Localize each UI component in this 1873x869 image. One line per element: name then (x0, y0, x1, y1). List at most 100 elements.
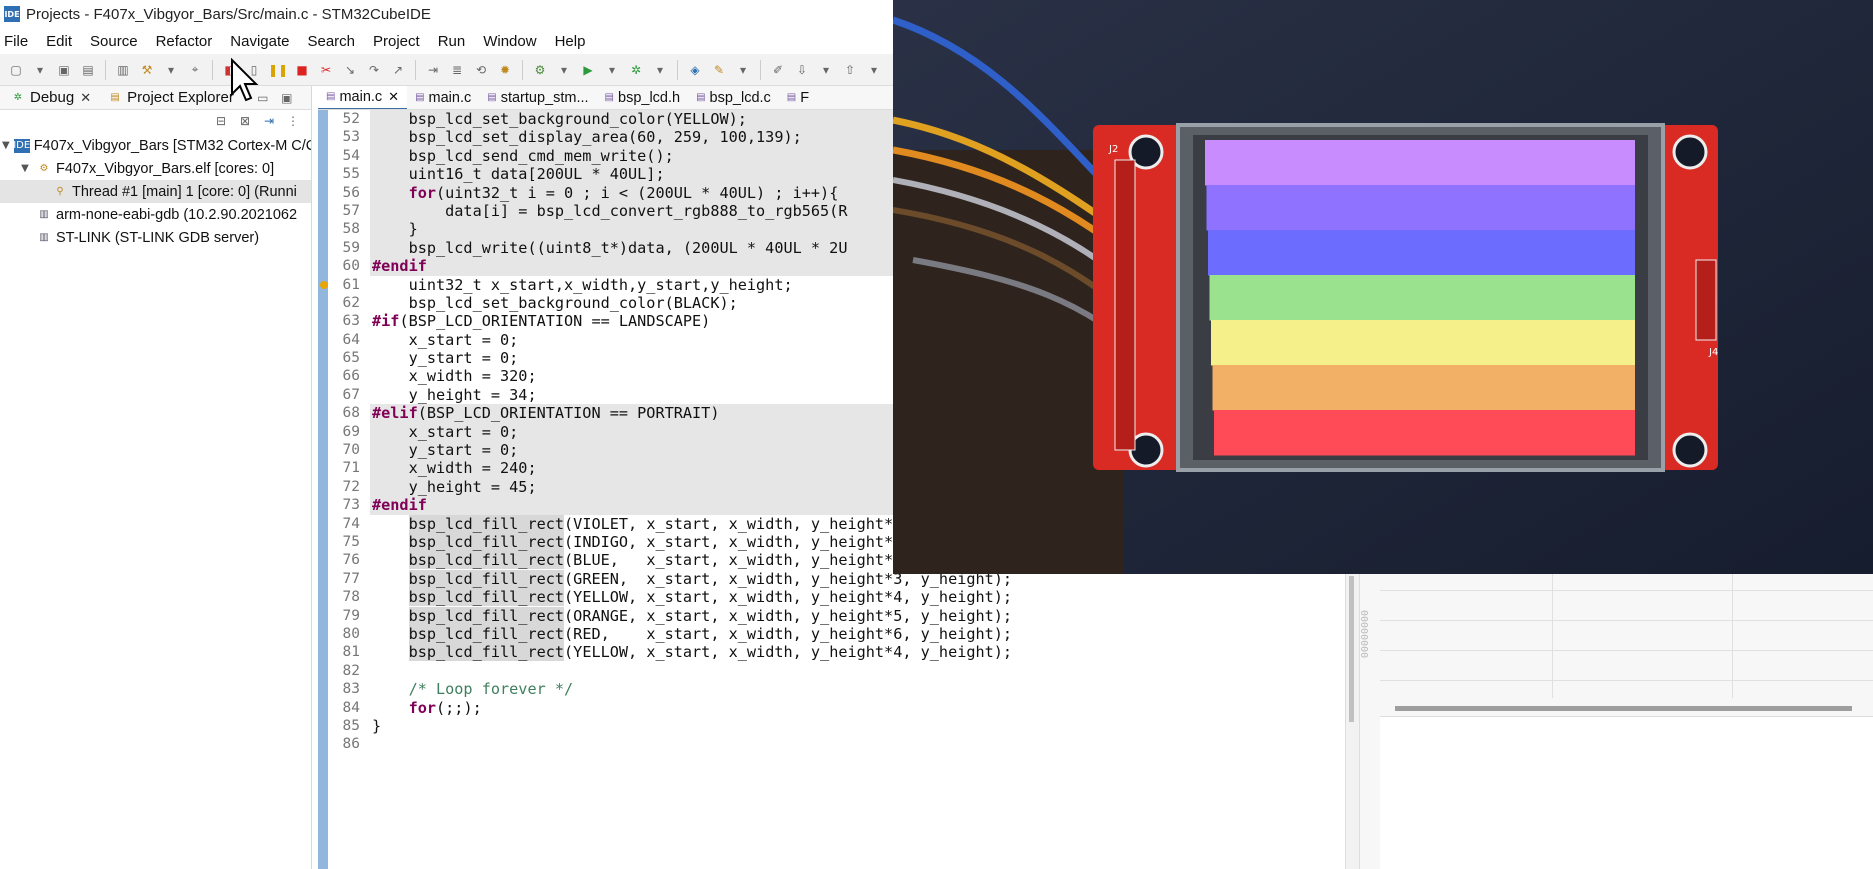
scrollbar-thumb[interactable] (1349, 576, 1354, 722)
rainbow-bar (1206, 185, 1635, 231)
code-text: } (372, 716, 382, 735)
menu-window[interactable]: Window (483, 33, 536, 50)
editor-tab-label: main.c (339, 88, 383, 105)
pen-icon[interactable]: ✐ (769, 61, 787, 79)
line-number: 77 (342, 570, 360, 587)
close-icon[interactable]: ✕ (388, 89, 399, 105)
step-into-icon[interactable]: ↘ (341, 61, 359, 79)
gdb-process-icon: ▥ (39, 209, 49, 220)
editor-tab[interactable]: ▤ main.c (407, 86, 479, 109)
debug-icon[interactable]: ✲ (627, 61, 645, 79)
maximize-icon[interactable]: ▣ (278, 89, 296, 107)
project-icon: IDE (13, 138, 31, 153)
menu-navigate[interactable]: Navigate (230, 33, 289, 50)
rainbow-bars (1205, 140, 1635, 456)
menu-run[interactable]: Run (438, 33, 466, 50)
j2-label: J2 (1108, 144, 1118, 155)
chevron-down-icon[interactable]: ▼ (2, 140, 10, 151)
editor-tab[interactable]: ▤ bsp_lcd.h (597, 86, 689, 109)
gdb-process-icon: ▥ (39, 232, 49, 243)
editor-tab[interactable]: ▤ bsp_lcd.c (688, 86, 779, 109)
menu-project[interactable]: Project (373, 33, 420, 50)
resume-icon[interactable]: ❚❚ (268, 61, 288, 79)
line-number: 62 (342, 294, 360, 311)
menu-refactor[interactable]: Refactor (156, 33, 213, 50)
dropdown-icon[interactable]: ▾ (162, 61, 180, 79)
line-number: 83 (342, 681, 360, 698)
open-type-icon[interactable]: ◈ (686, 61, 704, 79)
editor-tab-label: main.c (428, 89, 472, 106)
editor-tab[interactable]: ▤ main.c ✕ (318, 86, 408, 109)
code-text: for(;;); (408, 698, 482, 717)
line-number: 72 (342, 478, 360, 495)
new-icon[interactable]: ▢ (7, 61, 25, 79)
collapse-all-icon[interactable]: ⊟ (212, 112, 230, 130)
bug-icon[interactable]: ✹ (496, 61, 514, 79)
close-icon[interactable]: ✕ (80, 90, 91, 106)
line-number: 59 (342, 239, 360, 256)
restart-icon[interactable]: ⟲ (472, 61, 490, 79)
tree-item[interactable]: ▼ IDE F407x_Vibgyor_Bars [STM32 Cortex-M C… (0, 134, 311, 157)
step-over-icon[interactable]: ↷ (365, 61, 383, 79)
editor-tab[interactable]: ▤ F (779, 86, 817, 109)
line-number: 80 (342, 625, 360, 642)
dropdown-icon[interactable]: ▾ (734, 61, 752, 79)
debug-tree: ▼ IDE F407x_Vibgyor_Bars [STM32 Cortex-M C… (0, 132, 311, 249)
line-number: 60 (342, 258, 360, 275)
settings-icon[interactable]: ⚙ (531, 61, 549, 79)
list-icon[interactable]: ≣ (448, 61, 466, 79)
line-number: 54 (342, 147, 360, 164)
menu-help[interactable]: Help (555, 33, 586, 50)
tab-project-explorer[interactable]: ▤ Project Explorer (97, 89, 240, 106)
prev-annotation-icon[interactable]: ⇧ (841, 61, 859, 79)
step-filter-icon[interactable]: ⇥ (260, 112, 278, 130)
view-menu-icon[interactable]: ⋮ (284, 112, 302, 130)
instruction-step-icon[interactable]: ⇥ (424, 61, 442, 79)
line-number: 53 (342, 129, 360, 146)
dropdown-icon[interactable]: ▾ (865, 61, 883, 79)
dropdown-icon[interactable]: ▾ (651, 61, 669, 79)
run-icon[interactable]: ▶ (579, 61, 597, 79)
build-icon[interactable]: ⚒ (138, 61, 156, 79)
code-line: 84 for(;;); (312, 699, 1345, 717)
line-number: 84 (342, 699, 360, 716)
chevron-down-icon[interactable]: ▼ (18, 163, 32, 174)
save-icon[interactable]: ▣ (55, 61, 73, 79)
thread-icon: ⚲ (56, 186, 64, 197)
step-return-icon[interactable]: ↗ (389, 61, 407, 79)
menu-file[interactable]: File (4, 33, 28, 50)
tab-debug[interactable]: ✲ Debug ✕ (0, 89, 97, 106)
debug-view-icon[interactable]: ⌖ (186, 61, 204, 79)
rainbow-bar (1214, 410, 1635, 456)
save-all-icon[interactable]: ▤ (79, 61, 97, 79)
disconnect-icon[interactable]: ✂ (317, 61, 335, 79)
warning-icon[interactable] (320, 280, 328, 289)
remove-terminated-icon[interactable]: ⊠ (236, 112, 254, 130)
next-annotation-icon[interactable]: ⇩ (793, 61, 811, 79)
menu-edit[interactable]: Edit (46, 33, 72, 50)
menu-search[interactable]: Search (307, 33, 355, 50)
editor-tab[interactable]: ▤ startup_stm... (479, 86, 596, 109)
tree-item[interactable]: ▥ ST-LINK (ST-LINK GDB server) (0, 226, 311, 249)
horizontal-scrollbar[interactable] (1395, 706, 1852, 711)
c-file-icon: ▤ (487, 92, 497, 103)
tree-item[interactable]: ▼ ⚙ F407x_Vibgyor_Bars.elf [cores: 0] (0, 157, 311, 180)
dropdown-icon[interactable]: ▾ (603, 61, 621, 79)
external-tools-icon[interactable]: ✎ (710, 61, 728, 79)
tree-item[interactable]: ▥ arm-none-eabi-gdb (10.2.90.2021062 (0, 203, 311, 226)
dropdown-icon[interactable]: ▾ (817, 61, 835, 79)
menu-source[interactable]: Source (90, 33, 138, 50)
dropdown-icon[interactable]: ▾ (555, 61, 573, 79)
dropdown-icon[interactable]: ▾ (31, 61, 49, 79)
tab-project-explorer-label: Project Explorer (127, 89, 234, 106)
toolbar-separator (522, 59, 523, 80)
j4-label: J4 (1708, 347, 1718, 358)
binary-icon[interactable]: ▥ (114, 61, 132, 79)
c-file-icon: ▤ (696, 92, 706, 103)
mount-hole (1672, 432, 1708, 468)
terminate-icon[interactable]: ■ (293, 61, 311, 79)
tree-item[interactable]: ⚲ Thread #1 [main] 1 [core: 0] (Runni (0, 180, 311, 203)
rainbow-bar (1212, 365, 1635, 411)
tab-debug-label: Debug (30, 89, 75, 106)
